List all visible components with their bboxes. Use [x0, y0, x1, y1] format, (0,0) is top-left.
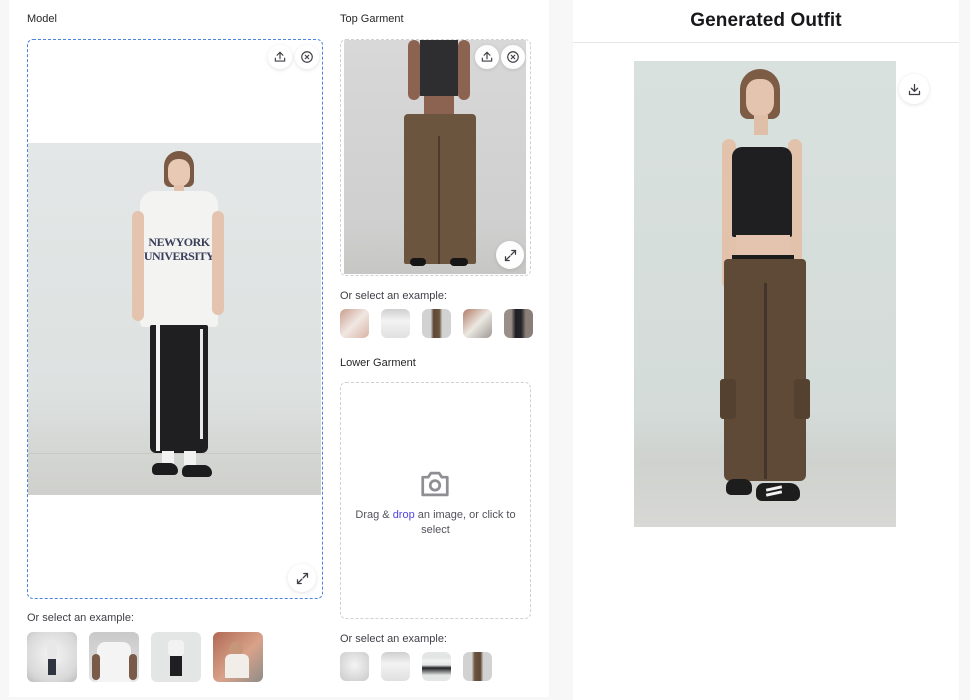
model-figure: NEWYORK UNIVERSITY [132, 151, 224, 491]
model-example-thumb[interactable] [151, 632, 201, 682]
generated-figure [710, 69, 820, 519]
top-garment-example-thumb[interactable] [463, 309, 492, 338]
model-upload-button[interactable] [268, 45, 292, 69]
top-garment-example-thumb[interactable] [422, 309, 451, 338]
model-examples [27, 632, 263, 682]
model-example-thumb[interactable] [27, 632, 77, 682]
lower-garment-example-thumb[interactable] [463, 652, 492, 681]
tshirt-print: NEWYORK UNIVERSITY [143, 235, 215, 263]
top-garment-examples [340, 309, 533, 338]
input-panel: Model NEWYORK UNIVERSITY Or select an ex… [9, 0, 549, 697]
model-dropzone[interactable]: NEWYORK UNIVERSITY [27, 39, 323, 599]
output-title: Generated Outfit [690, 10, 842, 31]
expand-icon [296, 572, 308, 584]
model-clear-button[interactable] [295, 45, 319, 69]
output-header: Generated Outfit [573, 0, 959, 43]
download-icon [908, 83, 920, 95]
lower-garment-examples [340, 652, 492, 681]
model-example-thumb[interactable] [89, 632, 139, 682]
lower-garment-example-thumb[interactable] [422, 652, 451, 681]
top-garment-example-thumb[interactable] [340, 309, 369, 338]
lower-garment-placeholder: Drag & drop an image, or click to select [355, 509, 516, 536]
top-garment-example-thumb[interactable] [381, 309, 410, 338]
expand-icon [504, 249, 516, 261]
top-garment-example-thumb[interactable] [504, 309, 533, 338]
output-panel: Generated Outfit [573, 0, 959, 700]
lower-garment-label: Lower Garment [340, 357, 416, 369]
model-example-thumb[interactable] [213, 632, 263, 682]
model-expand-button[interactable] [288, 564, 316, 592]
close-circle-icon [301, 51, 313, 63]
download-button[interactable] [899, 74, 929, 104]
upload-icon [481, 51, 493, 62]
top-garment-label: Top Garment [340, 13, 404, 25]
top-garment-upload-button[interactable] [475, 45, 499, 69]
drop-link[interactable]: drop [393, 509, 415, 521]
model-image: NEWYORK UNIVERSITY [28, 143, 321, 495]
upload-icon [274, 51, 286, 62]
model-examples-label: Or select an example: [27, 612, 134, 624]
camera-icon [421, 471, 449, 497]
lower-garment-examples-label: Or select an example: [340, 633, 447, 645]
model-label: Model [27, 13, 57, 25]
top-garment-clear-button[interactable] [501, 45, 525, 69]
lower-garment-example-thumb[interactable] [381, 652, 410, 681]
generated-outfit-image [634, 61, 896, 527]
top-garment-image [344, 40, 526, 274]
lower-garment-example-thumb[interactable] [340, 652, 369, 681]
app: Model NEWYORK UNIVERSITY Or select an ex… [0, 0, 970, 700]
top-garment-dropzone[interactable] [340, 39, 531, 276]
close-circle-icon [507, 51, 519, 63]
lower-garment-dropzone[interactable]: Drag & drop an image, or click to select [340, 382, 531, 619]
top-garment-examples-label: Or select an example: [340, 290, 447, 302]
top-garment-expand-button[interactable] [496, 241, 524, 269]
